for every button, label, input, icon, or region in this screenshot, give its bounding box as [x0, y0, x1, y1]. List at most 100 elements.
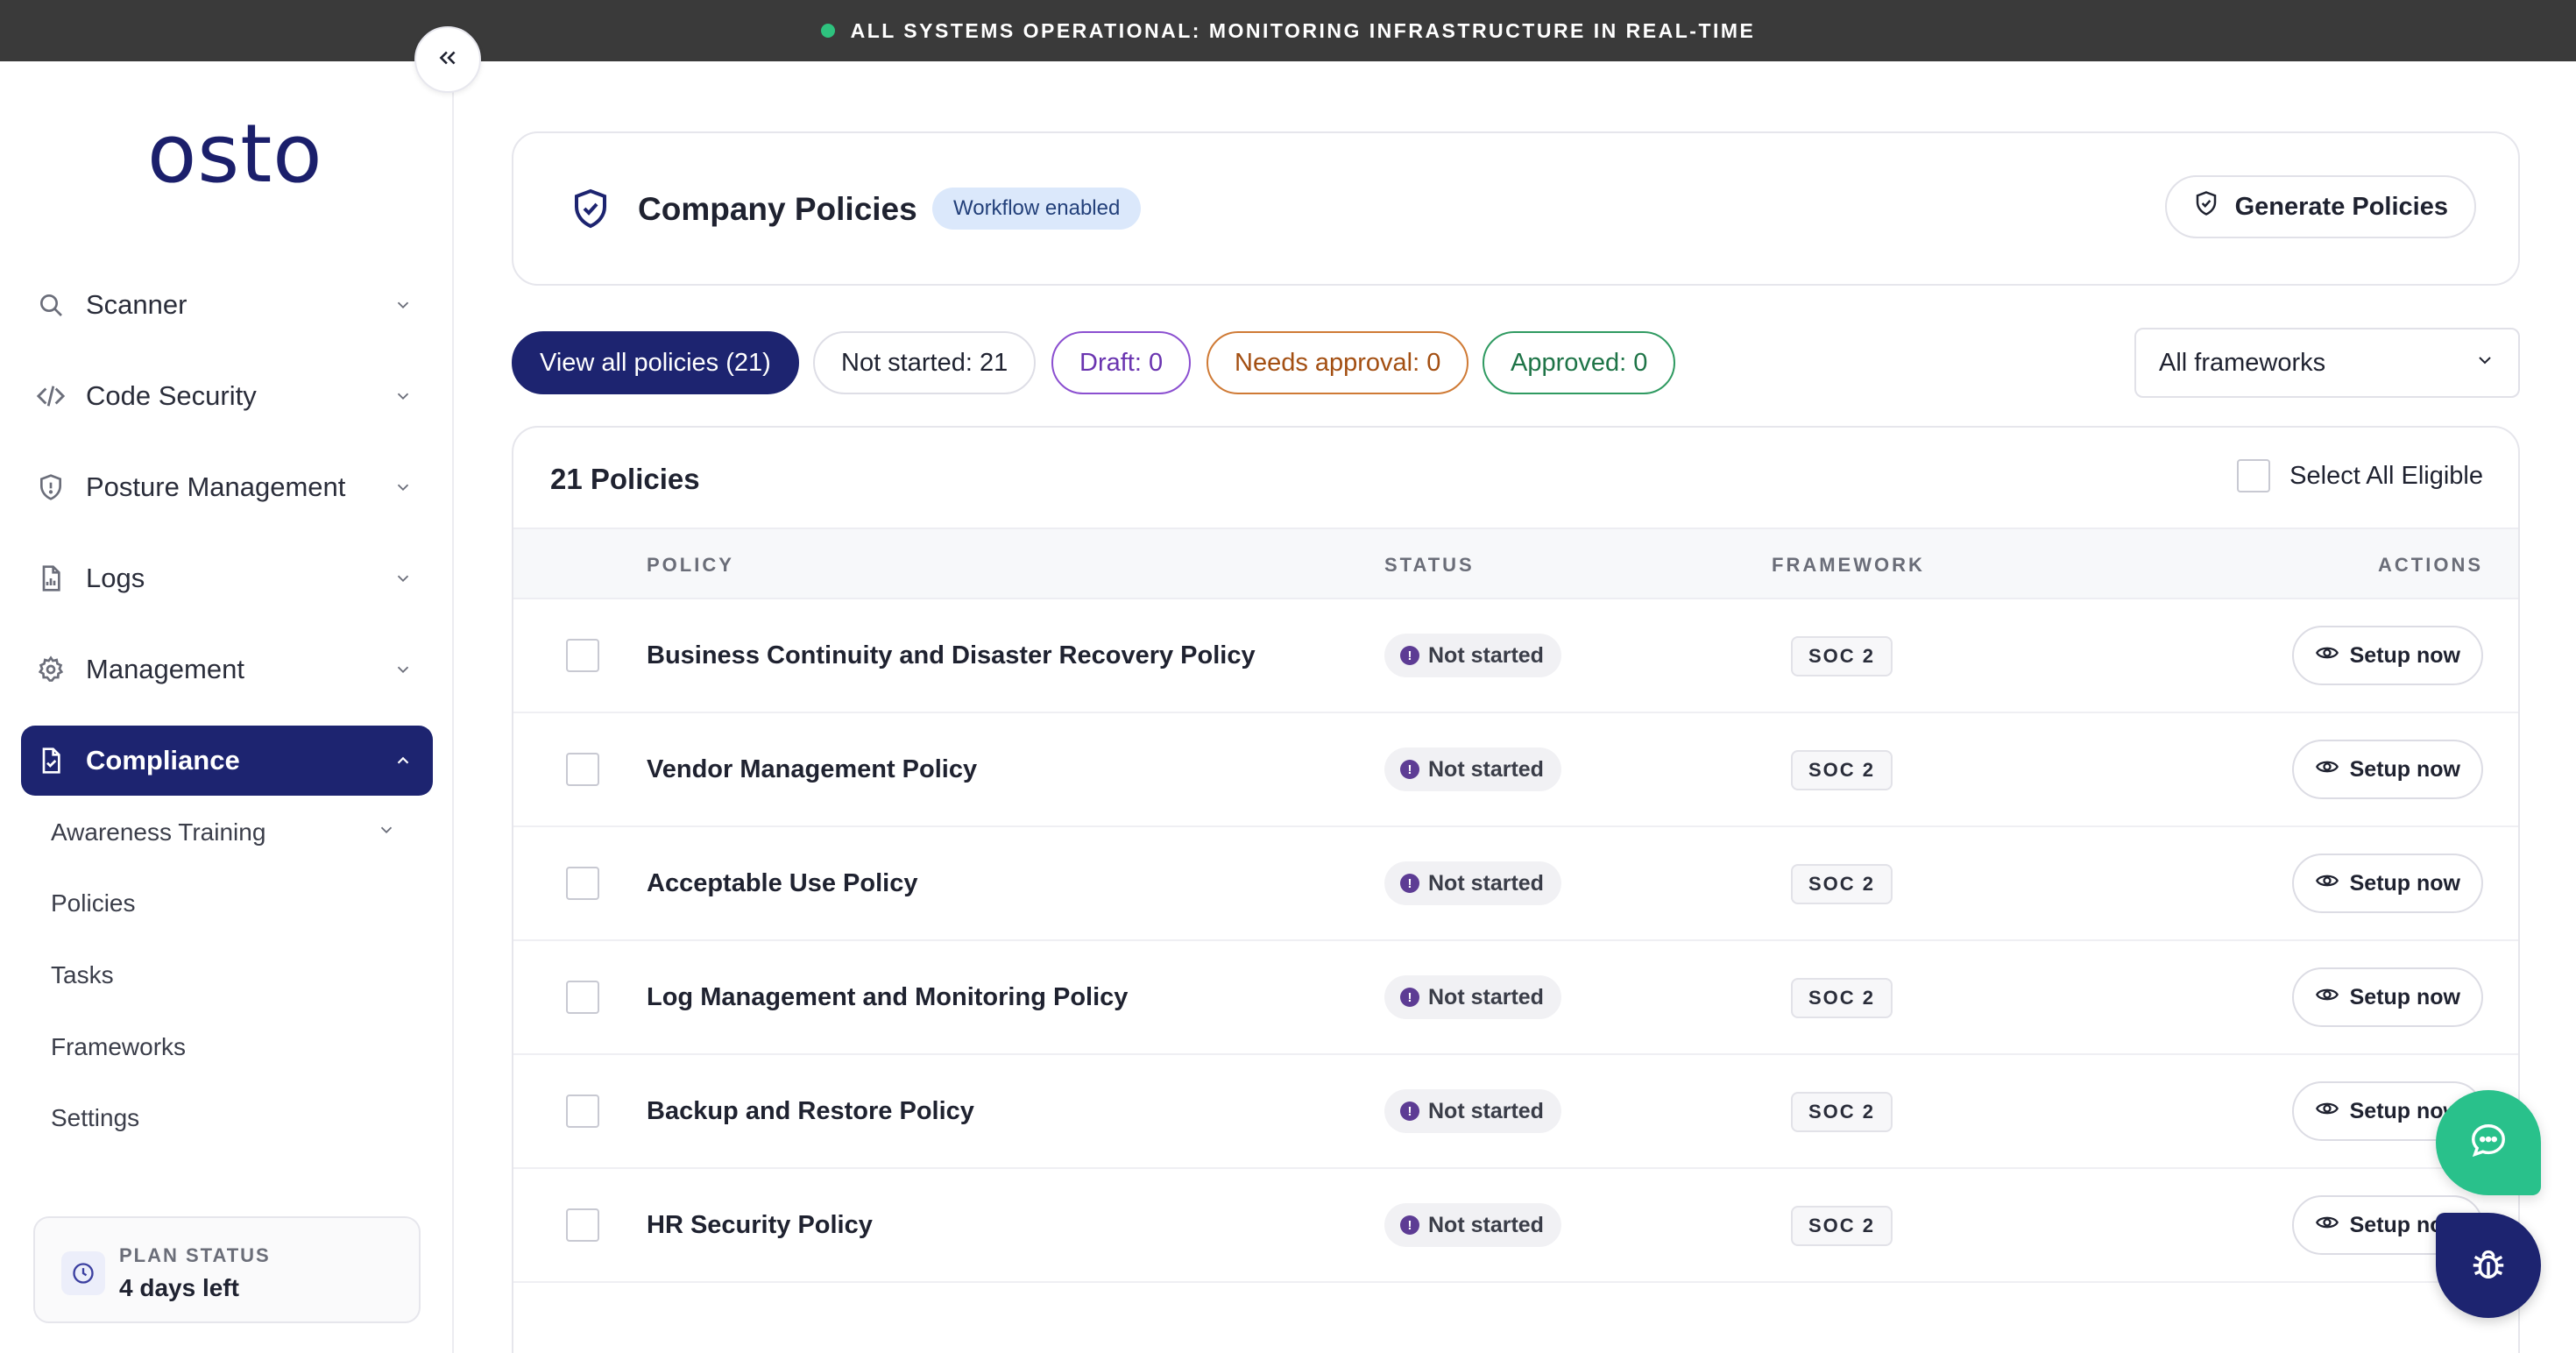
policy-name: Vendor Management Policy [647, 755, 978, 783]
sidebar-item-label: Management [86, 654, 244, 684]
status-text: Not started [1428, 642, 1544, 668]
code-icon [35, 380, 67, 412]
table-row[interactable]: HR Security Policy ! Not started SOC 2 Se… [513, 1169, 2518, 1283]
table-row[interactable]: Backup and Restore Policy ! Not started S… [513, 1055, 2518, 1169]
row-checkbox[interactable] [566, 639, 599, 672]
sidebar-item-logs[interactable]: Logs [21, 543, 433, 613]
eye-icon [2315, 868, 2339, 899]
plan-status-card[interactable]: PLAN STATUS 4 days left [33, 1216, 421, 1323]
brand-logo[interactable]: osto [147, 107, 323, 201]
alert-icon: ! [1400, 874, 1419, 893]
file-chart-icon [35, 563, 67, 594]
sidebar-item-compliance[interactable]: Compliance [21, 726, 433, 796]
policies-table-card: 21 Policies Select All Eligible POLICY S… [512, 426, 2520, 1353]
row-checkbox[interactable] [566, 1208, 599, 1242]
chevron-down-icon [389, 473, 417, 501]
framework-tag: SOC 2 [1791, 864, 1893, 904]
sidebar-item-code-security[interactable]: Code Security [21, 361, 433, 431]
sidebar-subitem-awareness-training[interactable]: Awareness Training [51, 818, 265, 847]
sidebar-subitem-tasks[interactable]: Tasks [51, 961, 114, 989]
sidebar-subitem-settings[interactable]: Settings [51, 1104, 139, 1132]
status-text: Not started [1428, 870, 1544, 896]
filter-draft[interactable]: Draft: 0 [1051, 331, 1192, 394]
report-bug-button[interactable] [2436, 1213, 2541, 1318]
chevron-down-icon [389, 382, 417, 410]
status-badge: ! Not started [1384, 861, 1561, 905]
select-all-eligible[interactable]: Select All Eligible [2237, 459, 2483, 492]
plan-status-label: PLAN STATUS [119, 1244, 271, 1266]
select-all-checkbox[interactable] [2237, 459, 2271, 492]
table-row[interactable]: Log Management and Monitoring Policy ! No… [513, 941, 2518, 1055]
alert-icon: ! [1400, 988, 1419, 1007]
filter-needs-approval[interactable]: Needs approval: 0 [1207, 331, 1469, 394]
setup-now-button[interactable]: Setup now [2291, 967, 2483, 1027]
filter-not-started[interactable]: Not started: 21 [813, 331, 1037, 394]
chevrons-left-icon [436, 46, 459, 74]
status-badge: ! Not started [1384, 975, 1561, 1019]
sidebar-item-management[interactable]: Management [21, 634, 433, 705]
table-row[interactable]: Acceptable Use Policy ! Not started SOC 2… [513, 827, 2518, 941]
chevron-down-icon [389, 655, 417, 684]
sidebar-subitem-frameworks[interactable]: Frameworks [51, 1033, 186, 1061]
framework-tag: SOC 2 [1791, 750, 1893, 790]
framework-select-value: All frameworks [2159, 348, 2326, 377]
sidebar-item-label: Scanner [86, 289, 188, 320]
eye-icon [2315, 1210, 2339, 1241]
row-checkbox[interactable] [566, 1094, 599, 1128]
workflow-badge: Workflow enabled [932, 188, 1142, 230]
eye-icon [2315, 1096, 2339, 1127]
chevron-down-icon [2474, 349, 2495, 378]
setup-now-button[interactable]: Setup now [2291, 740, 2483, 799]
file-check-icon [35, 745, 67, 776]
select-all-label: Select All Eligible [2289, 461, 2483, 490]
status-banner: ALL SYSTEMS OPERATIONAL: MONITORING INFR… [0, 0, 2576, 61]
setup-now-label: Setup now [2349, 984, 2460, 1009]
setup-now-button[interactable]: Setup now [2291, 854, 2483, 913]
sidebar-subitem-policies[interactable]: Policies [51, 889, 135, 917]
collapse-sidebar-button[interactable] [414, 26, 481, 93]
table-header: POLICY STATUS FRAMEWORK ACTIONS [513, 528, 2518, 599]
framework-select[interactable]: All frameworks [2134, 328, 2520, 398]
chevron-down-icon[interactable] [377, 820, 396, 844]
alert-icon: ! [1400, 646, 1419, 665]
column-header-framework[interactable]: FRAMEWORK [1772, 554, 1925, 577]
shield-alert-icon [35, 471, 67, 503]
filter-all-policies[interactable]: View all policies (21) [512, 331, 799, 394]
sidebar-item-label: Posture Management [86, 471, 346, 502]
sidebar-item-scanner[interactable]: Scanner [21, 270, 433, 340]
sidebar: osto Scanner Code Security Posture Manag… [0, 61, 454, 1353]
table-row[interactable]: Vendor Management Policy ! Not started SO… [513, 713, 2518, 827]
setup-now-label: Setup now [2349, 642, 2460, 668]
setup-now-button[interactable]: Setup now [2291, 626, 2483, 685]
policy-name: HR Security Policy [647, 1211, 873, 1239]
status-badge: ! Not started [1384, 634, 1561, 677]
sidebar-item-label: Compliance [86, 745, 240, 776]
sidebar-item-label: Code Security [86, 380, 257, 411]
row-checkbox[interactable] [566, 867, 599, 900]
row-checkbox[interactable] [566, 981, 599, 1014]
shield-check-icon [2193, 190, 2219, 223]
setup-now-label: Setup now [2349, 756, 2460, 782]
shield-check-icon [570, 188, 612, 234]
chevron-down-icon [389, 291, 417, 319]
framework-tag: SOC 2 [1791, 636, 1893, 676]
policy-name: Backup and Restore Policy [647, 1097, 974, 1125]
chat-button[interactable] [2436, 1090, 2541, 1195]
table-row[interactable]: Business Continuity and Disaster Recover… [513, 599, 2518, 713]
sidebar-item-posture-management[interactable]: Posture Management [21, 452, 433, 522]
chevron-up-icon [389, 747, 417, 775]
policies-count: 21 Policies [550, 463, 700, 495]
filter-approved[interactable]: Approved: 0 [1483, 331, 1676, 394]
column-header-policy[interactable]: POLICY [647, 554, 734, 577]
status-text: Not started [1428, 1212, 1544, 1237]
status-dot [820, 24, 835, 38]
row-checkbox[interactable] [566, 753, 599, 786]
generate-policies-button[interactable]: Generate Policies [2164, 175, 2476, 238]
policy-name: Log Management and Monitoring Policy [647, 983, 1129, 1011]
status-badge: ! Not started [1384, 1203, 1561, 1247]
policy-name: Business Continuity and Disaster Recover… [647, 641, 1256, 669]
status-text: Not started [1428, 984, 1544, 1009]
column-header-status[interactable]: STATUS [1384, 554, 1475, 577]
framework-tag: SOC 2 [1791, 1206, 1893, 1246]
page-title: Company Policies [638, 191, 917, 227]
